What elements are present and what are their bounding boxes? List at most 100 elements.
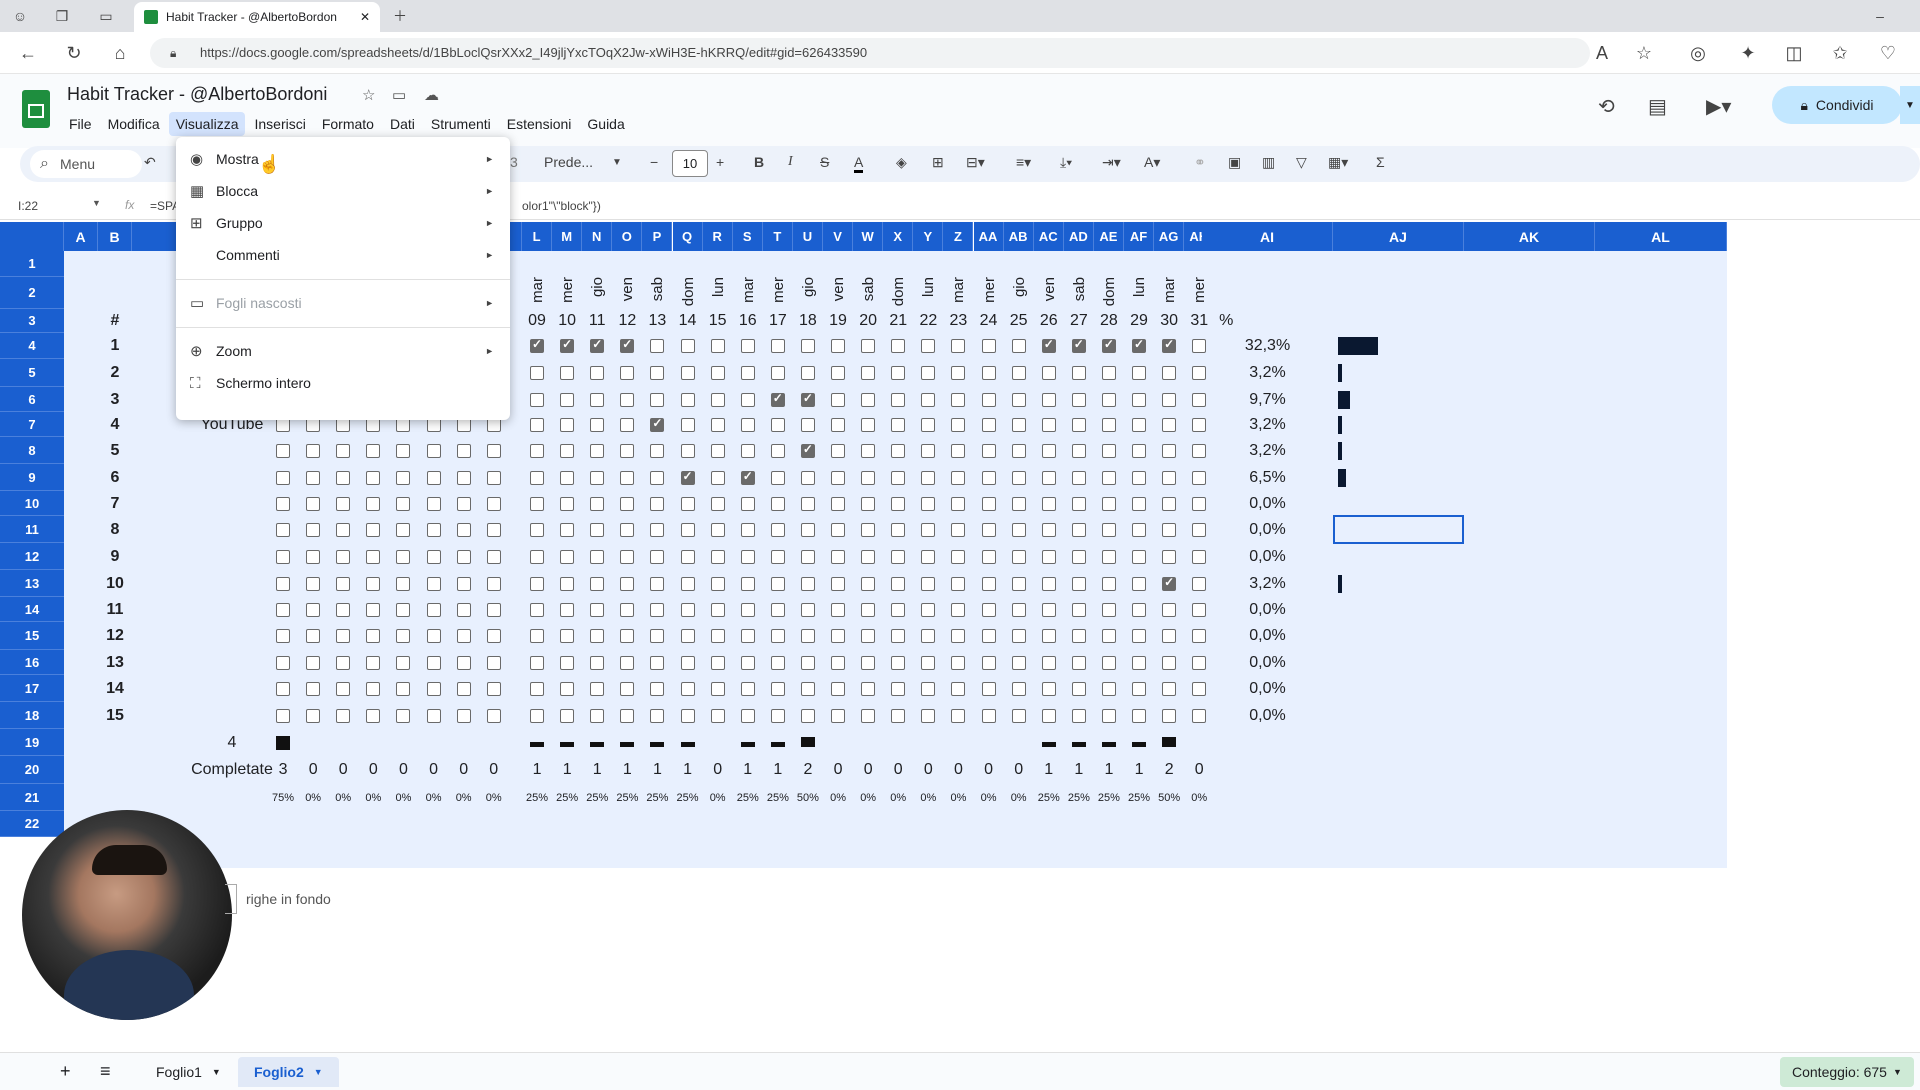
habit-checkbox[interactable] xyxy=(891,366,906,380)
habit-checkbox[interactable] xyxy=(1041,470,1056,485)
menu-estensioni[interactable]: Estensioni xyxy=(500,112,579,136)
column-header-AF[interactable]: AF xyxy=(1124,222,1155,251)
habit-checkbox[interactable] xyxy=(560,522,575,537)
habit-checkbox[interactable] xyxy=(276,522,290,537)
count-indicator[interactable]: Conteggio: 675 ▼ xyxy=(1780,1057,1914,1087)
habit-checkbox[interactable] xyxy=(891,496,906,511)
habit-checkbox[interactable] xyxy=(800,417,815,432)
habit-checkbox[interactable] xyxy=(336,443,351,458)
habit-checkbox[interactable] xyxy=(740,496,755,511)
habit-checkbox[interactable] xyxy=(396,708,411,723)
strikethrough-icon[interactable]: S xyxy=(820,154,829,170)
habit-checkbox[interactable] xyxy=(1071,366,1086,380)
habit-checkbox[interactable] xyxy=(740,443,755,458)
link-icon[interactable]: ⚭ xyxy=(1194,154,1206,171)
habit-checkbox[interactable] xyxy=(800,602,815,617)
habit-checkbox[interactable] xyxy=(530,417,544,432)
habit-checkbox[interactable] xyxy=(800,681,815,696)
habit-checkbox[interactable] xyxy=(861,549,876,564)
habit-checkbox[interactable] xyxy=(276,681,290,696)
habit-checkbox[interactable] xyxy=(710,470,725,485)
habit-checkbox[interactable] xyxy=(366,576,381,591)
habit-checkbox[interactable] xyxy=(620,602,635,617)
habit-checkbox[interactable] xyxy=(530,443,544,458)
habit-checkbox[interactable] xyxy=(426,576,441,591)
habit-checkbox[interactable] xyxy=(1162,549,1177,564)
text-color-icon[interactable]: A xyxy=(854,154,864,173)
habit-checkbox[interactable] xyxy=(921,681,936,696)
chevron-down-icon[interactable]: ▼ xyxy=(212,1067,221,1077)
menu-item-zoom[interactable]: ⊕ Zoom ► xyxy=(176,335,510,367)
habit-checkbox[interactable] xyxy=(590,470,605,485)
habit-checkbox[interactable] xyxy=(456,602,471,617)
habit-checkbox[interactable] xyxy=(426,549,441,564)
habit-checkbox[interactable] xyxy=(680,655,695,670)
habit-checkbox[interactable] xyxy=(530,392,544,407)
menu-strumenti[interactable]: Strumenti xyxy=(424,112,498,136)
habit-checkbox[interactable] xyxy=(1041,655,1056,670)
habit-checkbox[interactable] xyxy=(650,576,665,591)
habit-checkbox[interactable] xyxy=(620,470,635,485)
habit-checkbox[interactable] xyxy=(1071,470,1086,485)
habit-checkbox[interactable] xyxy=(620,681,635,696)
habit-checkbox[interactable] xyxy=(590,522,605,537)
habit-checkbox[interactable] xyxy=(951,366,966,380)
habit-checkbox[interactable] xyxy=(1101,496,1116,511)
row-header-20[interactable]: 20 xyxy=(0,756,64,784)
column-header-T[interactable]: T xyxy=(762,222,793,251)
habit-checkbox[interactable] xyxy=(861,629,876,643)
habit-checkbox[interactable] xyxy=(1071,443,1086,458)
font-select[interactable]: Prede... xyxy=(544,154,593,170)
habit-checkbox[interactable] xyxy=(456,708,471,723)
habit-checkbox[interactable] xyxy=(1071,496,1086,511)
habit-checkbox[interactable] xyxy=(1071,522,1086,537)
habit-checkbox[interactable] xyxy=(831,417,845,432)
menu-guida[interactable]: Guida xyxy=(580,112,631,136)
column-header-AA[interactable]: AA xyxy=(973,222,1004,251)
habit-checkbox[interactable] xyxy=(1011,366,1026,380)
menu-item-schermo-intero[interactable]: ⛶ Schermo intero xyxy=(176,367,510,399)
habit-checkbox[interactable] xyxy=(276,496,290,511)
habit-checkbox[interactable] xyxy=(921,602,936,617)
row-header-21[interactable]: 21 xyxy=(0,784,64,811)
habit-checkbox[interactable] xyxy=(486,681,501,696)
habit-checkbox[interactable] xyxy=(396,602,411,617)
habit-checkbox[interactable] xyxy=(921,417,936,432)
habit-checkbox[interactable] xyxy=(1132,576,1146,591)
habit-checkbox[interactable] xyxy=(1101,443,1116,458)
habit-checkbox[interactable] xyxy=(1041,602,1056,617)
habit-checkbox[interactable] xyxy=(861,366,876,380)
habit-checkbox[interactable] xyxy=(861,576,876,591)
habit-checkbox[interactable] xyxy=(891,549,906,564)
habit-checkbox[interactable] xyxy=(336,496,351,511)
habit-checkbox[interactable] xyxy=(921,708,936,723)
menu-dati[interactable]: Dati xyxy=(383,112,422,136)
row-header-15[interactable]: 15 xyxy=(0,622,64,650)
habit-checkbox[interactable] xyxy=(1101,576,1116,591)
habit-checkbox[interactable] xyxy=(306,496,321,511)
formula-text-right[interactable]: olor1"\"block"}) xyxy=(522,199,601,213)
habit-checkbox[interactable] xyxy=(861,655,876,670)
habit-checkbox[interactable] xyxy=(951,602,966,617)
habit-checkbox[interactable] xyxy=(590,708,605,723)
habit-checkbox[interactable] xyxy=(1132,392,1146,407)
row-header-8[interactable]: 8 xyxy=(0,437,64,464)
habit-checkbox[interactable] xyxy=(1162,708,1177,723)
habit-checkbox[interactable] xyxy=(1162,417,1177,432)
habit-checkbox[interactable] xyxy=(800,366,815,380)
habit-checkbox[interactable] xyxy=(921,655,936,670)
habit-checkbox[interactable] xyxy=(650,681,665,696)
habit-checkbox[interactable] xyxy=(560,549,575,564)
habit-checkbox[interactable] xyxy=(981,576,996,591)
habit-checkbox[interactable] xyxy=(530,496,544,511)
tab-actions-icon[interactable]: ▭ xyxy=(96,6,116,26)
habit-checkbox[interactable] xyxy=(276,549,290,564)
habit-checkbox[interactable] xyxy=(680,496,695,511)
habit-checkbox[interactable] xyxy=(1041,392,1056,407)
star-icon[interactable]: ☆ xyxy=(362,86,375,104)
habit-checkbox[interactable] xyxy=(396,522,411,537)
habit-checkbox[interactable] xyxy=(981,392,996,407)
column-header-B[interactable]: B xyxy=(98,222,132,251)
habit-checkbox[interactable] xyxy=(306,708,321,723)
habit-checkbox[interactable] xyxy=(1132,602,1146,617)
